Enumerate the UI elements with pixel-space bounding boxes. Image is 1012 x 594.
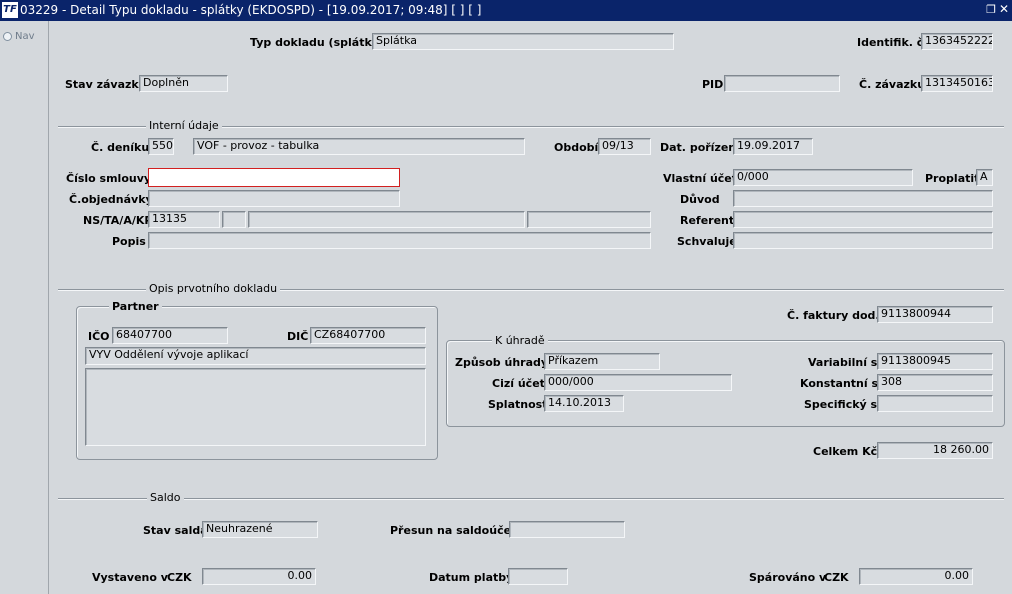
c-deniku-field[interactable]: 550 [148, 138, 174, 155]
a-field[interactable] [248, 211, 525, 228]
stav-salda-field[interactable]: Neuhrazené [202, 521, 318, 538]
c-zavazku-label: Č. závazku [859, 78, 926, 91]
duvod-field[interactable] [733, 190, 993, 207]
window-title: 03229 - Detail Typu dokladu - splátky (E… [20, 3, 482, 17]
ico-label: IČO [88, 330, 110, 343]
ns-ta-a-kp-label: NS/TA/A/KP [83, 214, 153, 227]
typ-dokladu-field[interactable]: Splátka [372, 33, 674, 50]
partner-group-title: Partner [109, 300, 162, 313]
sparovano-field[interactable]: 0.00 [859, 568, 973, 585]
celkem-label: Celkem Kč [813, 445, 878, 458]
c-faktury-label: Č. faktury dod. [787, 309, 880, 322]
variabilni-label: Variabilní s. [808, 356, 882, 369]
c-faktury-field[interactable]: 9113800944 [877, 306, 993, 323]
denik-name-field[interactable]: VOF - provoz - tabulka [193, 138, 525, 155]
celkem-field[interactable]: 18 260.00 [877, 442, 993, 459]
cizi-ucet-field[interactable]: 000/000 [544, 374, 732, 391]
proplatit-field[interactable]: A [976, 169, 993, 186]
presun-label: Přesun na saldoúčet [390, 524, 517, 537]
datum-platby-field[interactable] [508, 568, 568, 585]
c-objednavky-label: Č.objednávky [69, 193, 153, 206]
dat-porizeni-field[interactable]: 19.09.2017 [733, 138, 813, 155]
schvaluje-field[interactable] [733, 232, 993, 249]
duvod-label: Důvod [680, 193, 720, 206]
nav-radio-icon[interactable] [3, 31, 12, 41]
obdobi-label: Období [554, 141, 599, 154]
splatnost-label: Splatnost [488, 398, 548, 411]
presun-field[interactable] [509, 521, 625, 538]
window-titlebar: TF 03229 - Detail Typu dokladu - splátky… [0, 0, 1012, 21]
interni-section-title: Interní údaje [146, 119, 222, 132]
opis-section-title: Opis prvotního dokladu [146, 282, 281, 295]
vystaveno-label: Vystaveno v [92, 571, 168, 584]
sparovano-currency: CZK [824, 571, 849, 584]
nav-label: Nav [15, 31, 35, 42]
konstantni-field[interactable]: 308 [877, 374, 993, 391]
pid-field[interactable] [724, 75, 840, 92]
ico-field[interactable]: 68407700 [112, 327, 228, 344]
c-deniku-label: Č. deníku [91, 141, 150, 154]
zpusob-uhrady-field[interactable]: Příkazem [544, 353, 660, 370]
cislo-smlouvy-input[interactable] [148, 168, 400, 187]
datum-platby-label: Datum platby [429, 571, 514, 584]
dic-label: DIČ [287, 330, 309, 343]
ta-field[interactable] [222, 211, 246, 228]
specificky-field[interactable] [877, 395, 993, 412]
partner-name-field[interactable]: VYV Oddělení vývoje aplikací [85, 347, 426, 365]
sparovano-label: Spárováno v [749, 571, 827, 584]
dat-porizeni-label: Dat. pořízení [660, 141, 740, 154]
cizi-ucet-label: Cizí účet [492, 377, 545, 390]
app-logo-icon: TF [2, 2, 18, 18]
splatnost-field[interactable]: 14.10.2013 [544, 395, 624, 412]
kp-field[interactable] [527, 211, 651, 228]
saldo-divider [58, 498, 1004, 500]
close-window-icon[interactable]: ✕ [999, 2, 1009, 16]
c-zavazku-field[interactable]: 1313450163 [921, 75, 993, 92]
proplatit-label: Proplatit [925, 172, 980, 185]
identifik-label: Identifik. č. [857, 36, 928, 49]
vlastni-ucet-label: Vlastní účet [663, 172, 738, 185]
cislo-smlouvy-label: Číslo smlouvy [66, 172, 152, 185]
vlastni-ucet-field[interactable]: 0/000 [733, 169, 913, 186]
variabilni-field[interactable]: 9113800945 [877, 353, 993, 370]
popis-field[interactable] [148, 232, 651, 249]
referent-label: Referent [680, 214, 735, 227]
vystaveno-field[interactable]: 0.00 [202, 568, 316, 585]
identifik-field[interactable]: 1363452222 [921, 33, 993, 50]
saldo-section-title: Saldo [147, 491, 184, 504]
vystaveno-currency: CZK [167, 571, 192, 584]
dic-field[interactable]: CZ68407700 [310, 327, 426, 344]
popis-label: Popis [112, 235, 146, 248]
stav-zavazku-field[interactable]: Doplněn [139, 75, 228, 92]
specificky-label: Specifický s. [804, 398, 882, 411]
typ-dokladu-label: Typ dokladu (splátky) [250, 36, 384, 49]
k-uhrade-group-title: K úhradě [492, 334, 548, 347]
zpusob-uhrady-label: Způsob úhrady [455, 356, 549, 369]
c-objednavky-field[interactable] [148, 190, 400, 207]
nav-toggle[interactable]: Nav [3, 31, 35, 42]
stav-zavazku-label: Stav závazku [65, 78, 147, 91]
left-nav-strip [0, 21, 49, 594]
restore-window-icon[interactable]: ❐ [986, 3, 996, 16]
stav-salda-label: Stav salda [143, 524, 208, 537]
pid-label: PID [702, 78, 724, 91]
ns-field[interactable]: 13135 [148, 211, 220, 228]
schvaluje-label: Schvaluje [677, 235, 737, 248]
partner-address-field[interactable] [85, 368, 426, 446]
konstantni-label: Konstantní s. [800, 377, 883, 390]
obdobi-field[interactable]: 09/13 [598, 138, 651, 155]
referent-field[interactable] [733, 211, 993, 228]
